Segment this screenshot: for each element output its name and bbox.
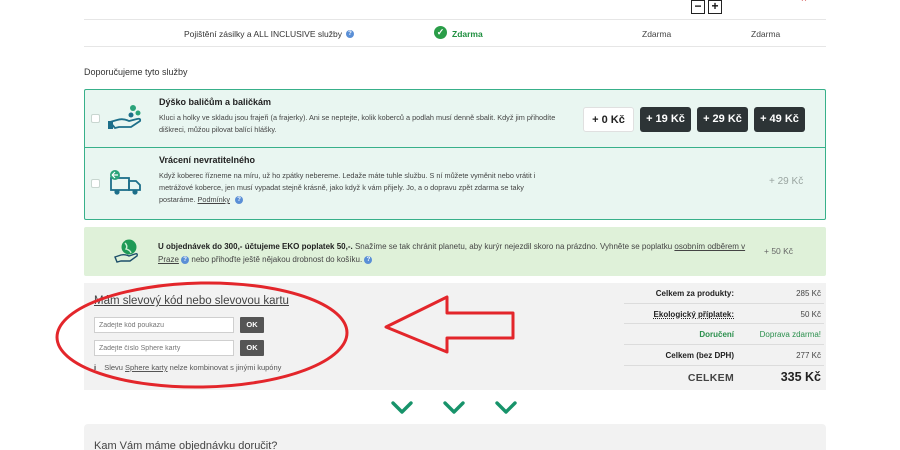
remove-item-icon[interactable]: × [801, 0, 807, 5]
insurance-row: Pojištění zásilky a ALL INCLUSIVE služby… [84, 21, 826, 47]
check-circle-icon[interactable]: ✓ [434, 26, 447, 39]
service-return-description: Když koberec řízneme na míru, už ho zpát… [159, 170, 559, 206]
help-icon[interactable]: ? [235, 196, 244, 205]
eco-fee-headline: U objednávek do 300,- účtujeme EKO popla… [158, 242, 353, 251]
hand-coins-icon [107, 102, 147, 132]
tip-option-49-button[interactable]: + 49 Kč [754, 107, 805, 132]
summary-total-label: CELKEM [687, 372, 734, 384]
tip-option-19-button[interactable]: + 19 Kč [640, 107, 691, 132]
summary-divider [624, 344, 824, 345]
summary-divider [624, 323, 824, 324]
service-return-price: + 29 Kč [769, 176, 804, 187]
terms-link[interactable]: Podmínky [198, 195, 230, 204]
sphere-card-ok-button[interactable]: OK [240, 340, 264, 356]
summary-divider [624, 303, 824, 304]
coupon-code-ok-button[interactable]: OK [240, 317, 264, 333]
summary-total-value: 335 Kč [780, 370, 821, 384]
service-return-checkbox[interactable] [91, 179, 100, 188]
help-icon[interactable]: ? [181, 255, 190, 264]
insurance-option-value: Zdarma [642, 29, 672, 39]
recommended-services-box: Dýško baličům a baličkám Kluci a holky v… [84, 89, 826, 220]
next-step-chevrons[interactable] [390, 400, 520, 416]
summary-eco-label: Ekologický příplatek: [653, 310, 734, 319]
coupon-code-input[interactable] [94, 317, 234, 333]
insurance-selected-value: Zdarma [452, 29, 483, 39]
eco-globe-hand-icon [114, 238, 142, 264]
eco-fee-body: Snažíme se tak chránit planetu, aby kurý… [354, 242, 673, 251]
eco-fee-text: U objednávek do 300,- účtujeme EKO popla… [158, 240, 758, 266]
tip-option-29-button[interactable]: + 29 Kč [697, 107, 748, 132]
help-icon[interactable]: ? [346, 30, 354, 38]
service-return-title: Vrácení nevratitelného [159, 155, 256, 165]
sphere-note-post: nelze kombinovat s jinými kupóny [169, 363, 282, 372]
sphere-card-input[interactable] [94, 340, 234, 356]
sphere-note-pre: Slevu [104, 363, 123, 372]
summary-products-value: 285 Kč [796, 289, 821, 298]
summary-net-value: 277 Kč [796, 351, 821, 360]
chevron-down-icon[interactable] [494, 400, 518, 416]
eco-fee-notice: U objednávek do 300,- účtujeme EKO popla… [84, 227, 826, 276]
service-row-tip: Dýško baličům a baličkám Kluci a holky v… [85, 90, 825, 148]
sphere-card-link[interactable]: Sphere karty [125, 363, 168, 372]
service-tip-title: Dýško baličům a baličkám [159, 97, 272, 107]
quantity-increase-button[interactable]: + [708, 0, 722, 14]
summary-divider [624, 365, 824, 366]
delivery-section-title: Kam Vám máme objednávku doručit? [94, 440, 278, 450]
insurance-label: Pojištění zásilky a ALL INCLUSIVE služby [184, 29, 342, 39]
summary-eco-value: 50 Kč [800, 310, 821, 319]
quantity-decrease-button[interactable]: − [691, 0, 705, 14]
eco-fee-body-tail: nebo přihoďte ještě nějakou drobnost do … [191, 255, 363, 264]
cart-item-row: − + × [84, 0, 826, 20]
order-summary-box: Mám slevový kód nebo slevovou kartu OK O… [84, 283, 826, 390]
coupon-toggle-link[interactable]: Mám slevový kód nebo slevovou kartu [94, 295, 289, 307]
return-truck-icon [107, 169, 147, 199]
sphere-card-note: i Slevu Sphere karty nelze kombinovat s … [94, 363, 281, 372]
insurance-option-value: Zdarma [751, 29, 781, 39]
delivery-section: Kam Vám máme objednávku doručit? [84, 424, 826, 450]
service-row-return: Vrácení nevratitelného Když koberec řízn… [85, 148, 825, 219]
summary-delivery-value: Doprava zdarma! [759, 330, 821, 339]
eco-fee-price: + 50 Kč [764, 246, 794, 256]
info-icon: i [94, 363, 97, 372]
summary-net-label: Celkem (bez DPH) [665, 351, 734, 360]
summary-products-label: Celkem za produkty: [655, 289, 734, 298]
help-icon[interactable]: ? [364, 255, 373, 264]
chevron-down-icon[interactable] [390, 400, 414, 416]
chevron-down-icon[interactable] [442, 400, 466, 416]
recommended-services-title: Doporučujeme tyto služby [84, 67, 188, 77]
summary-delivery-label: Doručení [699, 330, 734, 339]
service-tip-checkbox[interactable] [91, 114, 100, 123]
service-tip-description: Kluci a holky ve skladu jsou frajeři (a … [159, 113, 556, 134]
tip-option-0-button[interactable]: + 0 Kč [583, 107, 634, 132]
